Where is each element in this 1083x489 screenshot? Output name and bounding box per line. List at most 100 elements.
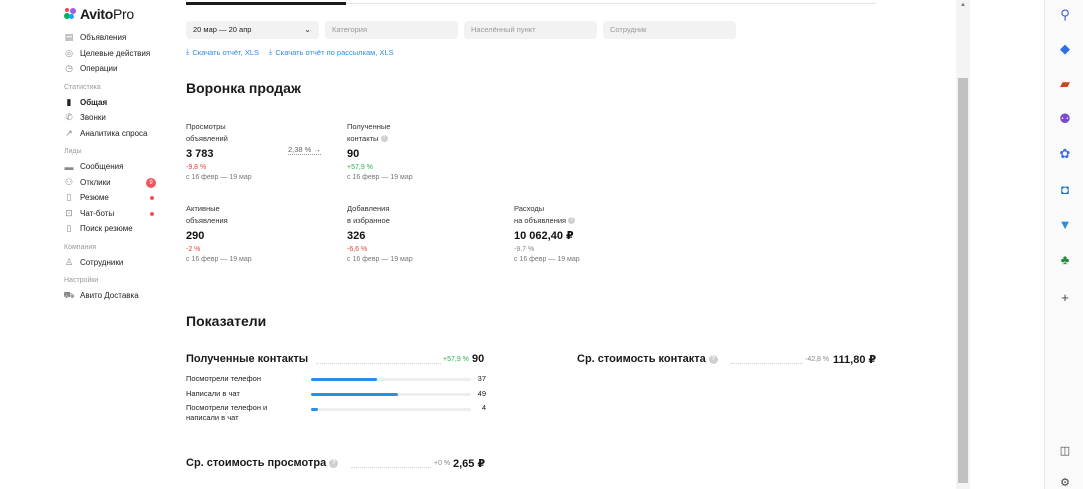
bar-fill [311,378,377,381]
avito-pro-logo[interactable]: AvitoPro [64,6,134,22]
date-range-value: 20 мар — 20 апр [193,25,252,34]
phone-icon: ✆ [65,112,73,123]
sidebar-item-label: Сотрудники [80,257,124,267]
dotted-leader [351,467,431,468]
metric-change: -6,6 % [347,246,368,253]
copilot-icon[interactable]: ✿ [1056,145,1074,163]
conversion-rate[interactable]: 2,38 % → [288,145,321,155]
trend-icon: ↗ [65,127,73,138]
scroll-up-arrow-icon[interactable]: ▲ [960,2,966,8]
contacts-row-bar [311,393,471,396]
sidebar-item-target-actions[interactable]: ◎ Целевые действия [64,46,164,62]
briefcase-icon[interactable]: ▰ [1056,75,1074,93]
responses-icon: ⚇ [64,176,74,187]
metric-value: 90 [347,148,360,160]
metric-change: +57,9 % [347,164,373,171]
date-range-select[interactable]: 20 мар — 20 апр ⌄ [186,21,319,39]
sidebar-item-operations[interactable]: ◷ Операции [64,61,164,77]
plus-icon[interactable]: + [1056,288,1074,306]
metric-change: -9,8 % [186,164,207,171]
people-icon[interactable]: ⚉ [1056,110,1074,128]
resume-notification-dot [150,196,154,200]
sidebar-item-chatbots[interactable]: ⊡ Чат-боты [64,206,164,222]
sidebar-item-resume-search[interactable]: ▯ Поиск резюме [64,221,164,237]
sidebar-item-responses[interactable]: ⚇ Отклики 9 [64,175,164,191]
metric-value: 10 062,40 ₽ [514,230,574,242]
contact-cost-change: -42,8 % [805,356,830,363]
contacts-card-title: Полученные контакты [186,353,309,365]
downloads: ⤓ Скачать отчёт, XLS ⤓ Скачать отчёт по … [186,47,394,57]
responses-count-badge: 9 [146,177,156,188]
tree-icon[interactable]: ♣ [1056,250,1074,268]
sidebar-group-settings: Настройки [64,277,99,284]
brand-suffix: Pro [112,6,134,22]
dotted-leader [316,363,441,364]
sidebar-toggle-icon[interactable]: ◫ [1056,441,1074,459]
sidebar-item-messages[interactable]: ▬ Сообщения [64,159,164,175]
contacts-row-bar [311,378,471,381]
send-icon[interactable]: ▼ [1056,215,1074,233]
metric-label: объявления [186,215,228,225]
view-cost-label: Ср. стоимость просмотра [186,457,327,469]
settings-icon[interactable]: ⚙ [1056,473,1074,489]
tag-icon[interactable]: ◆ [1056,40,1074,58]
sidebar: AvitoPro ▤ Объявления ◎ Целевые действия… [0,0,166,489]
indicators-title: Показатели [186,313,267,329]
dotted-leader [731,363,803,364]
sidebar-item-label: Чат-боты [80,208,115,218]
metric-favorites: Добавления в избранное 326 -6,6 % с 16 ф… [347,203,413,265]
browser-side-toolbar: ⚲ ◆ ▰ ⚉ ✿ ◘ ▼ ♣ + ◫ ⚙ [1044,0,1083,489]
sidebar-group-company: Компания [64,243,97,251]
metric-value: 3 783 [186,148,214,160]
search-icon[interactable]: ⚲ [1056,6,1074,24]
sidebar-item-label: Операции [80,64,118,74]
sidebar-item-listings[interactable]: ▤ Объявления [64,30,164,46]
metric-label: объявлений [186,133,228,143]
sidebar-item-employees[interactable]: ♙ Сотрудники [64,255,164,271]
sidebar-item-delivery[interactable]: ⛟ Авито Доставка [63,288,164,304]
sidebar-item-label: Сообщения [80,162,124,172]
metric-label: Полученные [347,122,391,131]
filters-bar: 20 мар — 20 апр ⌄ Категория Населённый п… [186,21,736,39]
view-cost-change: +0 % [434,460,451,467]
sidebar-group-statistics: Статистика [64,83,101,91]
sidebar-item-label: Звонки [80,113,106,123]
sidebar-item-demand-analytics[interactable]: ↗ Аналитика спроса [64,126,164,142]
metric-label: Просмотры [186,122,226,131]
employee-select[interactable]: Сотрудник [603,21,736,39]
delivery-icon: ⛟ [63,289,75,300]
help-icon[interactable]: ? [568,217,576,225]
help-icon[interactable]: ? [329,458,339,468]
download-report-link[interactable]: ⤓ Скачать отчёт, XLS [186,47,259,57]
bar-fill [311,408,319,411]
city-select[interactable]: Населённый пункт [464,21,597,39]
scrollbar-thumb[interactable] [958,78,968,483]
metric-value: 326 [347,230,366,242]
download-report-label: Скачать отчёт, XLS [192,47,260,57]
sidebar-nav: ▤ Объявления ◎ Целевые действия ◷ Операц… [63,30,164,304]
operations-icon: ◷ [65,63,73,74]
sidebar-item-label: Резюме [80,193,109,203]
sidebar-item-calls[interactable]: ✆ Звонки [64,110,164,126]
metric-label: контакты [347,133,379,143]
category-select[interactable]: Категория [325,21,458,39]
contacts-value: 90 [472,353,485,365]
outlook-icon[interactable]: ◘ [1056,180,1074,198]
help-icon[interactable]: ? [380,135,388,143]
metric-label: Расходы [514,204,545,213]
chat-icon: ▬ [64,161,74,172]
sidebar-item-resume[interactable]: ▯ Резюме [64,190,164,206]
download-mailing-report-link[interactable]: ⤓ Скачать отчёт по рассылкам, XLS [269,47,394,57]
download-icon: ⤓ [186,47,190,56]
sidebar-item-label: Поиск резюме [80,224,133,234]
sidebar-item-general[interactable]: ▮ Общая [64,95,164,111]
sidebar-group-leads: Лиды [64,148,82,155]
metric-change: -9,7 % [514,246,535,253]
contacts-change: +57,9 % [443,356,469,363]
help-icon[interactable]: ? [708,354,718,364]
sidebar-item-label: Объявления [80,33,127,43]
contact-cost-value: 111,80 ₽ [833,354,877,366]
bar-fill [311,393,399,396]
contacts-row-bar [311,408,471,411]
bot-icon: ⊡ [65,207,73,218]
